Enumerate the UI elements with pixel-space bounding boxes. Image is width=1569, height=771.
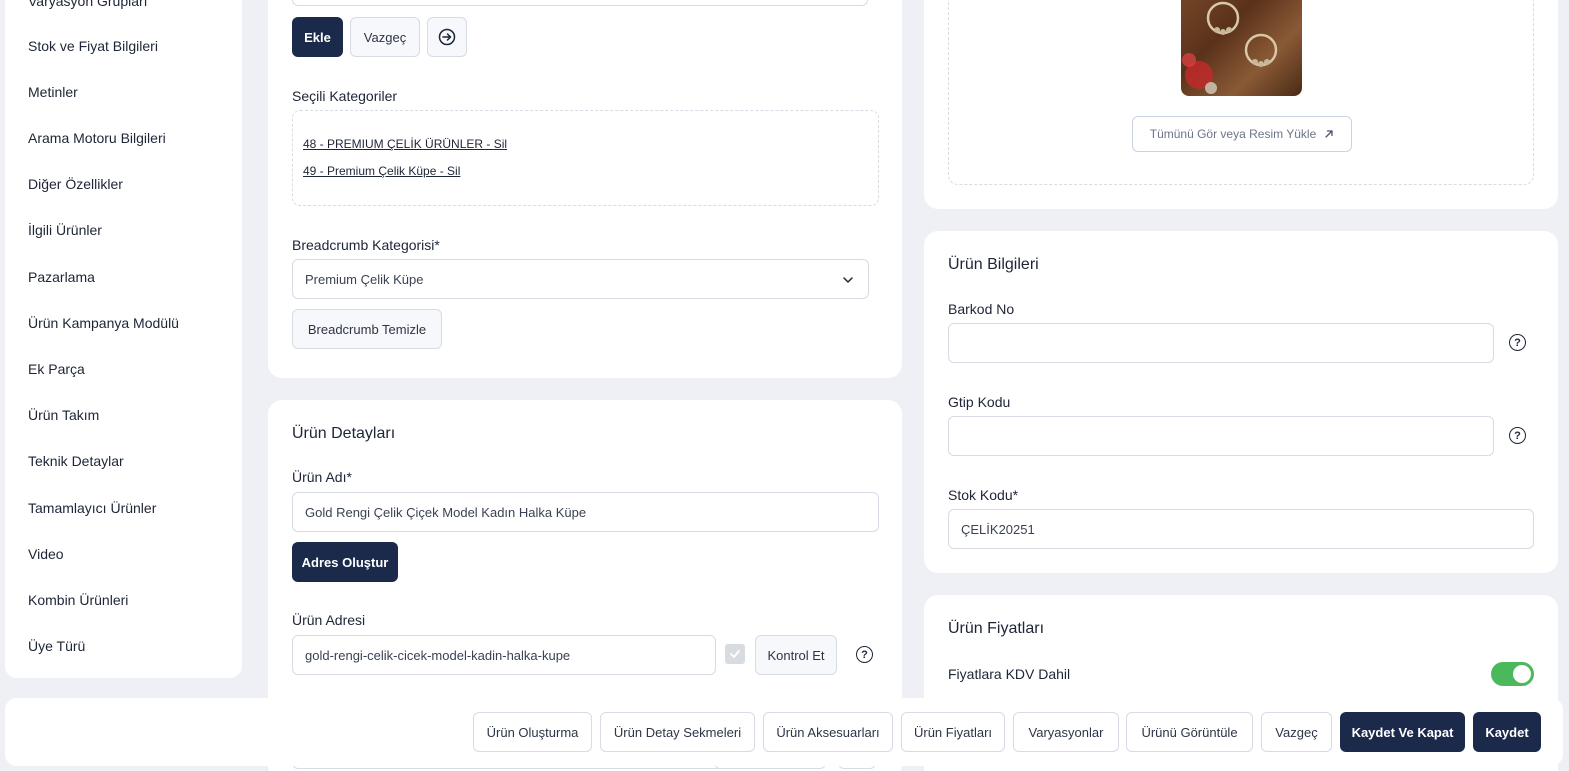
sidebar-item-campaign-module[interactable]: Ürün Kampanya Modülü bbox=[28, 315, 179, 331]
footer-cancel-button[interactable]: Vazgeç bbox=[1261, 712, 1332, 752]
sidebar-item-marketing[interactable]: Pazarlama bbox=[28, 269, 95, 285]
footer-action-bar: Ürün Oluşturma Ürün Detay Sekmeleri Ürün… bbox=[5, 698, 1563, 766]
product-prices-title: Ürün Fiyatları bbox=[948, 620, 1045, 637]
product-address-label: Ürün Adresi bbox=[292, 612, 366, 628]
footer-variations-button[interactable]: Varyasyonlar bbox=[1013, 712, 1119, 752]
footer-prices-button[interactable]: Ürün Fiyatları bbox=[901, 712, 1005, 752]
vat-included-toggle[interactable] bbox=[1491, 662, 1534, 686]
arrow-right-circle-icon bbox=[438, 28, 456, 46]
footer-product-create-button[interactable]: Ürün Oluşturma bbox=[473, 712, 592, 752]
stock-code-label: Stok Kodu* bbox=[948, 487, 1019, 503]
product-name-input[interactable]: Gold Rengi Çelik Çiçek Model Kadın Halka… bbox=[292, 492, 879, 532]
help-icon[interactable]: ? bbox=[1509, 334, 1526, 351]
external-link-icon bbox=[1325, 130, 1333, 138]
sidebar-item-technical-details[interactable]: Teknik Detaylar bbox=[28, 453, 124, 469]
sidebar-item-related-products[interactable]: İlgili Ürünler bbox=[28, 222, 102, 238]
selected-categories-box: 48 - PREMIUM ÇELİK ÜRÜNLER - Sil 49 - Pr… bbox=[292, 110, 879, 206]
breadcrumb-category-select[interactable]: Premium Çelik Küpe bbox=[292, 259, 869, 299]
sidebar-item-stock-price[interactable]: Stok ve Fiyat Bilgileri bbox=[28, 38, 158, 54]
product-name-label: Ürün Adı* bbox=[292, 469, 352, 485]
chevron-down-icon bbox=[843, 277, 853, 283]
footer-accessories-button[interactable]: Ürün Aksesuarları bbox=[763, 712, 893, 752]
footer-view-product-button[interactable]: Ürünü Görüntüle bbox=[1126, 712, 1253, 752]
sidebar-item-seo[interactable]: Arama Motoru Bilgileri bbox=[28, 130, 166, 146]
sidebar-item-complementary[interactable]: Tamamlayıcı Ürünler bbox=[28, 500, 156, 516]
selected-category-49[interactable]: 49 - Premium Çelik Küpe - Sil bbox=[303, 164, 460, 178]
sidebar-item-extra-part[interactable]: Ek Parça bbox=[28, 361, 85, 377]
category-search-input[interactable] bbox=[292, 0, 868, 6]
stock-code-input[interactable]: ÇELİK20251 bbox=[948, 509, 1534, 549]
earrings-image bbox=[1182, 1, 1278, 94]
toggle-knob bbox=[1513, 665, 1531, 683]
product-info-card: Ürün Bilgileri Barkod No ? Gtip Kodu ? S… bbox=[924, 231, 1558, 573]
remove-category-link: Sil bbox=[447, 164, 461, 178]
save-button[interactable]: Kaydet bbox=[1473, 712, 1541, 752]
sidebar-item-texts[interactable]: Metinler bbox=[28, 84, 78, 100]
check-icon bbox=[730, 650, 740, 658]
footer-detail-tabs-button[interactable]: Ürün Detay Sekmeleri bbox=[600, 712, 755, 752]
product-image[interactable] bbox=[1181, 0, 1302, 96]
selected-categories-title: Seçili Kategoriler bbox=[292, 88, 398, 104]
remove-category-link: Sil bbox=[493, 137, 508, 151]
sidebar-item-combo-products[interactable]: Kombin Ürünleri bbox=[28, 592, 128, 608]
breadcrumb-category-label: Breadcrumb Kategorisi* bbox=[292, 237, 440, 253]
selected-category-48[interactable]: 48 - PREMIUM ÇELİK ÜRÜNLER - Sil bbox=[303, 137, 507, 151]
check-address-button[interactable]: Kontrol Et bbox=[755, 635, 837, 675]
save-and-close-button[interactable]: Kaydet Ve Kapat bbox=[1340, 712, 1465, 752]
sidebar: Varyasyon Grupları Stok ve Fiyat Bilgile… bbox=[5, 0, 242, 678]
create-address-button[interactable]: Adres Oluştur bbox=[292, 542, 398, 582]
gtip-input[interactable] bbox=[948, 416, 1494, 456]
sidebar-item-video[interactable]: Video bbox=[28, 546, 64, 562]
gtip-label: Gtip Kodu bbox=[948, 394, 1011, 410]
go-button[interactable] bbox=[427, 17, 467, 57]
cancel-category-button[interactable]: Vazgeç bbox=[350, 17, 420, 57]
sidebar-item-product-set[interactable]: Ürün Takım bbox=[28, 407, 99, 423]
category-card: Ekle Vazgeç Seçili Kategoriler 48 - PREM… bbox=[268, 0, 902, 378]
sidebar-item-other-features[interactable]: Diğer Özellikler bbox=[28, 176, 123, 192]
sidebar-item-variation-groups[interactable]: Varyasyon Grupları bbox=[28, 0, 148, 9]
view-all-upload-button[interactable]: Tümünü Gör veya Resim Yükle bbox=[1132, 116, 1352, 152]
help-icon[interactable]: ? bbox=[856, 646, 873, 663]
product-address-input[interactable]: gold-rengi-celik-cicek-model-kadin-halka… bbox=[292, 635, 716, 675]
product-details-title: Ürün Detayları bbox=[292, 425, 396, 442]
barcode-label: Barkod No bbox=[948, 301, 1015, 317]
help-icon[interactable]: ? bbox=[1509, 427, 1526, 444]
breadcrumb-category-value: Premium Çelik Küpe bbox=[305, 271, 424, 287]
breadcrumb-clear-button[interactable]: Breadcrumb Temizle bbox=[292, 309, 442, 349]
product-info-title: Ürün Bilgileri bbox=[948, 256, 1039, 273]
sidebar-item-member-type[interactable]: Üye Türü bbox=[28, 638, 85, 654]
barcode-input[interactable] bbox=[948, 323, 1494, 363]
address-checkbox[interactable] bbox=[725, 644, 745, 664]
product-image-card: Tümünü Gör veya Resim Yükle bbox=[924, 0, 1558, 209]
vat-included-label: Fiyatlara KDV Dahil bbox=[948, 666, 1071, 682]
image-dropzone[interactable]: Tümünü Gör veya Resim Yükle bbox=[948, 0, 1534, 185]
add-category-button[interactable]: Ekle bbox=[292, 17, 343, 57]
